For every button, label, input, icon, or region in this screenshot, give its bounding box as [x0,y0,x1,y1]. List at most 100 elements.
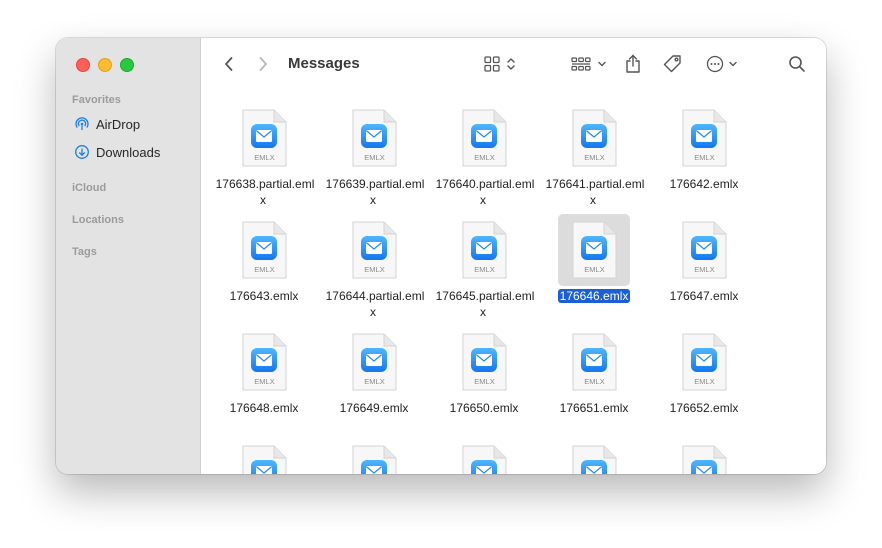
file-icon-container: EMLX [228,214,300,286]
file-icon-container: EMLX [338,214,410,286]
file-item[interactable]: EMLX 176652.emlx [649,326,759,416]
file-item[interactable]: EMLX 176648.emlx [209,326,319,416]
svg-text:EMLX: EMLX [364,377,384,386]
emlx-file-icon: EMLX [682,333,727,391]
file-item[interactable]: EMLX 176639.partial.emlx [319,102,429,208]
downloads-icon [74,144,90,160]
file-name: 176651.emlx [559,401,629,415]
file-item[interactable]: EMLX [319,438,429,474]
search-icon [789,56,805,72]
emlx-file-icon: EMLX [242,333,287,391]
window-title: Messages [288,55,360,72]
file-icon-container: EMLX [448,102,520,174]
file-item[interactable]: EMLX 176650.emlx [429,326,539,416]
back-icon [225,57,233,71]
file-name: 176647.emlx [669,289,739,303]
svg-text:EMLX: EMLX [254,153,274,162]
file-item[interactable]: EMLX 176644.partial.emlx [319,214,429,320]
emlx-file-icon: EMLX [682,221,727,279]
sidebar-item-airdrop[interactable]: AirDrop [74,116,140,132]
airdrop-icon [74,116,90,132]
file-item[interactable]: EMLX 176640.partial.emlx [429,102,539,208]
sidebar-section-locations[interactable]: Locations [72,214,124,226]
file-item[interactable]: EMLX 176645.partial.emlx [429,214,539,320]
forward-button[interactable] [253,54,273,74]
more-actions-icon [706,55,724,73]
svg-text:EMLX: EMLX [364,265,384,274]
svg-text:EMLX: EMLX [254,265,274,274]
file-icon-container: EMLX [228,438,300,474]
share-button[interactable] [621,52,645,76]
emlx-file-icon: EMLX [462,333,507,391]
svg-text:EMLX: EMLX [584,153,604,162]
file-name: 176638.partial.emlx [215,177,315,207]
file-item[interactable]: EMLX 176647.emlx [649,214,759,304]
file-item[interactable]: EMLX 176641.partial.emlx [539,102,649,208]
file-icon-container: EMLX [558,102,630,174]
file-name-label: 176650.emlx [431,400,537,416]
more-actions-button[interactable] [703,53,741,75]
svg-text:EMLX: EMLX [694,153,714,162]
zoom-button[interactable] [120,58,134,72]
file-icon-container: EMLX [448,438,520,474]
window-controls [76,58,134,72]
sidebar-section-icloud[interactable]: iCloud [72,182,106,194]
chevron-down-icon [598,61,606,67]
sidebar-section-tags[interactable]: Tags [72,246,97,258]
svg-text:EMLX: EMLX [474,377,494,386]
file-name: 176641.partial.emlx [545,177,645,207]
file-name-label: 176639.partial.emlx [321,176,427,208]
file-icon-container: EMLX [668,326,740,398]
file-item[interactable]: EMLX 176646.emlx [539,214,649,304]
file-name-label: 176642.emlx [651,176,757,192]
search-button[interactable] [785,52,809,76]
file-name-label: 176638.partial.emlx [211,176,317,208]
emlx-file-icon: EMLX [242,221,287,279]
file-icon-container: EMLX [338,438,410,474]
file-name: 176644.partial.emlx [325,289,425,319]
file-item[interactable]: EMLX 176643.emlx [209,214,319,304]
file-item[interactable]: EMLX [209,438,319,474]
file-icon-container: EMLX [558,438,630,474]
file-name: 176645.partial.emlx [435,289,535,319]
file-name: 176648.emlx [229,401,299,415]
file-name-label: 176647.emlx [651,288,757,304]
emlx-file-icon: EMLX [462,445,507,474]
file-item[interactable]: EMLX [429,438,539,474]
file-name-label: 176652.emlx [651,400,757,416]
emlx-file-icon: EMLX [352,109,397,167]
file-item[interactable]: EMLX [649,438,759,474]
file-icon-container: EMLX [668,214,740,286]
file-name-label: 176643.emlx [211,288,317,304]
sidebar-item-downloads[interactable]: Downloads [74,144,160,160]
file-item[interactable]: EMLX 176638.partial.emlx [209,102,319,208]
file-name-label: 176648.emlx [211,400,317,416]
chevron-down-icon [729,61,737,67]
file-icon-container: EMLX [558,214,630,286]
file-icon-container: EMLX [668,102,740,174]
view-mode-button[interactable] [479,54,519,74]
file-name: 176642.emlx [669,177,739,191]
back-button[interactable] [219,54,239,74]
file-name-label: 176649.emlx [321,400,427,416]
svg-text:EMLX: EMLX [584,377,604,386]
sidebar-section-favorites: Favorites [72,94,121,106]
group-by-button[interactable] [569,54,609,74]
close-button[interactable] [76,58,90,72]
file-item[interactable]: EMLX 176642.emlx [649,102,759,192]
file-icon-container: EMLX [338,102,410,174]
emlx-file-icon: EMLX [462,109,507,167]
svg-text:EMLX: EMLX [474,153,494,162]
file-name: 176646.emlx [557,289,631,303]
minimize-button[interactable] [98,58,112,72]
file-name-label: 176640.partial.emlx [431,176,537,208]
share-icon [626,54,640,73]
file-item[interactable]: EMLX [539,438,649,474]
file-item[interactable]: EMLX 176651.emlx [539,326,649,416]
emlx-file-icon: EMLX [572,333,617,391]
file-item[interactable]: EMLX 176649.emlx [319,326,429,416]
tag-button[interactable] [659,52,685,76]
svg-text:EMLX: EMLX [254,377,274,386]
emlx-file-icon: EMLX [352,333,397,391]
file-icon-container: EMLX [668,438,740,474]
